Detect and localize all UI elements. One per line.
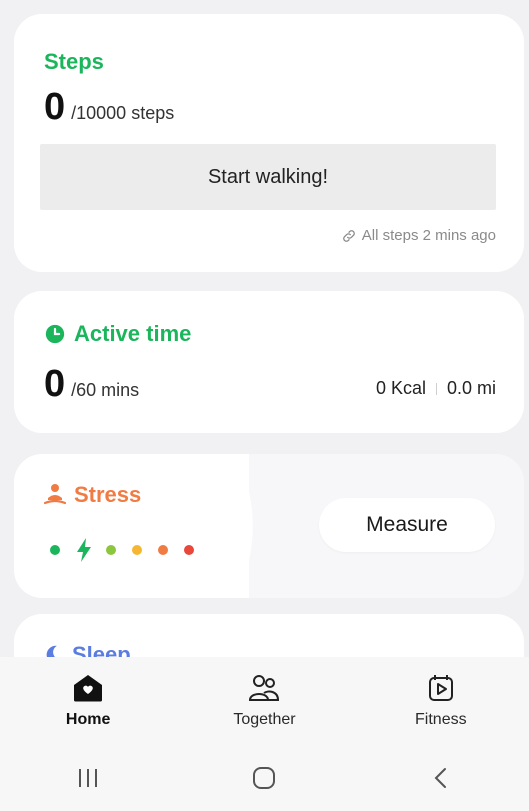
back-button[interactable] xyxy=(411,758,471,798)
clock-icon xyxy=(45,324,65,344)
steps-goal: /10000 steps xyxy=(71,103,175,123)
nav-home-label: Home xyxy=(65,711,111,728)
steps-sync-status: All steps 2 mins ago xyxy=(341,227,496,244)
sync-text: All steps 2 mins ago xyxy=(361,227,496,244)
stress-dot-5 xyxy=(158,545,168,555)
active-goal: /60 mins xyxy=(71,380,140,400)
active-time-header: Active time xyxy=(44,321,191,347)
stress-dot-3 xyxy=(106,545,116,555)
distance-value: 0.0 mi xyxy=(446,378,496,398)
samsung-health-home: Steps 0 /10000 steps Start walking! All … xyxy=(0,0,529,811)
active-time-value-row: 0 /60 mins xyxy=(44,363,139,406)
people-icon xyxy=(249,675,280,701)
recent-apps-icon xyxy=(79,769,98,787)
bottom-navigation: Home Together Fitness xyxy=(0,657,529,745)
start-walking-button[interactable]: Start walking! xyxy=(40,144,496,210)
back-chevron-icon xyxy=(434,768,446,788)
stress-dot-4 xyxy=(132,545,142,555)
active-minutes: 0 xyxy=(44,363,66,405)
home-circle-icon xyxy=(253,767,276,789)
active-time-title: Active time xyxy=(74,321,192,346)
stat-divider xyxy=(435,382,437,395)
recent-apps-button[interactable] xyxy=(58,758,118,798)
stress-level-indicator xyxy=(50,538,210,562)
stress-header: Stress xyxy=(44,482,141,508)
kcal-value: 0 Kcal xyxy=(375,378,426,398)
lightning-icon xyxy=(77,538,91,562)
system-navigation-bar xyxy=(0,745,529,811)
steps-card[interactable]: Steps 0 /10000 steps Start walking! All … xyxy=(14,14,524,272)
stress-title: Stress xyxy=(74,482,142,507)
nav-fitness[interactable]: Fitness xyxy=(381,673,501,729)
measure-button[interactable]: Measure xyxy=(319,498,495,552)
stress-dot-1 xyxy=(50,545,60,555)
steps-value-row: 0 /10000 steps xyxy=(44,86,174,129)
active-time-card[interactable]: Active time 0 /60 mins 0 Kcal 0.0 mi xyxy=(14,291,524,433)
meditation-icon xyxy=(44,484,66,505)
steps-title: Steps xyxy=(44,49,104,74)
home-system-button[interactable] xyxy=(234,758,294,798)
active-stats: 0 Kcal 0.0 mi xyxy=(376,378,496,399)
stress-curve-shape xyxy=(209,454,253,598)
nav-fitness-label: Fitness xyxy=(415,711,467,728)
fitness-icon xyxy=(428,675,453,701)
nav-together[interactable]: Together xyxy=(204,673,324,729)
nav-together-label: Together xyxy=(233,711,296,728)
nav-home[interactable]: Home xyxy=(28,673,148,729)
home-icon xyxy=(74,675,103,702)
stress-card[interactable]: Stress Measure xyxy=(14,454,524,598)
steps-count: 0 xyxy=(44,86,66,128)
stress-dot-6 xyxy=(184,545,194,555)
link-icon xyxy=(342,229,355,242)
